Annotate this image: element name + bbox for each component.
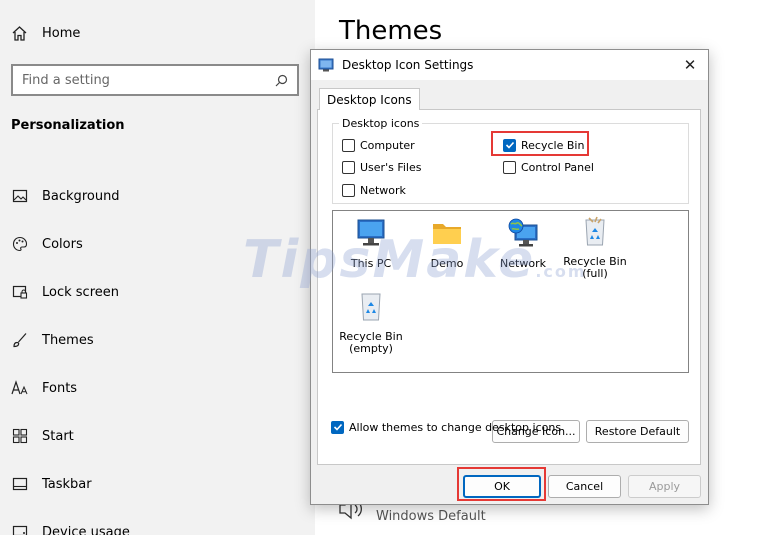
search-icon xyxy=(275,74,288,86)
list-item-recycle-bin-empty[interactable]: Recycle Bin (empty) xyxy=(335,290,407,355)
list-item-recycle-bin-full[interactable]: Recycle Bin (full) xyxy=(559,215,631,280)
checkbox-label: User's Files xyxy=(360,160,422,174)
checkbox-box[interactable] xyxy=(342,160,355,174)
checkbox-label: Computer xyxy=(360,138,415,152)
sidebar-home[interactable]: Home xyxy=(11,22,80,44)
computer-checkbox[interactable]: Computer xyxy=(342,138,415,152)
icon-label-sub: (full) xyxy=(582,267,608,280)
dialog-body: Desktop Icons Desktop icons Computer Use… xyxy=(311,80,708,504)
home-icon xyxy=(12,25,27,41)
sidebar-item-device-usage[interactable]: Device usage xyxy=(11,508,311,535)
sidebar-nav: Background Colors Lock screen Themes Fon… xyxy=(11,172,311,535)
desktop-icon-list: This PC Demo Network Recycle Bin (full) … xyxy=(332,210,689,373)
icon-label: This PC xyxy=(350,257,392,270)
palette-icon xyxy=(11,235,29,253)
start-icon xyxy=(11,427,29,445)
sidebar-item-label: Colors xyxy=(42,236,83,252)
page-title: Themes xyxy=(339,16,443,46)
icon-label: Network xyxy=(500,257,546,270)
checkbox-box[interactable] xyxy=(331,420,344,434)
sidebar-item-fonts[interactable]: Fonts xyxy=(11,364,311,412)
checkbox-box[interactable] xyxy=(342,183,355,197)
desktop-icons-group: Desktop icons Computer User's Files Netw… xyxy=(332,117,689,204)
list-item-this-pc[interactable]: This PC xyxy=(335,217,407,270)
checkbox-label: Control Panel xyxy=(521,160,594,174)
icon-label: Demo xyxy=(430,257,464,270)
tab-panel: Desktop icons Computer User's Files Netw… xyxy=(317,109,701,465)
folder-icon xyxy=(433,224,461,244)
restore-default-button[interactable]: Restore Default xyxy=(586,420,689,443)
control-panel-checkbox[interactable]: Control Panel xyxy=(503,160,594,174)
allow-themes-checkbox[interactable]: Allow themes to change desktop icons xyxy=(331,420,561,434)
image-icon xyxy=(11,187,29,205)
sidebar-item-label: Lock screen xyxy=(42,284,119,300)
recycle-bin-highlight xyxy=(491,131,589,156)
brush-icon xyxy=(11,331,29,349)
sidebar-item-background[interactable]: Background xyxy=(11,172,311,220)
close-button[interactable]: ✕ xyxy=(680,55,700,75)
group-label: Desktop icons xyxy=(339,117,423,130)
taskbar-icon xyxy=(11,475,29,493)
dialog-titlebar[interactable]: Desktop Icon Settings ✕ xyxy=(311,50,708,80)
sidebar-item-colors[interactable]: Colors xyxy=(11,220,311,268)
checkbox-label: Allow themes to change desktop icons xyxy=(349,420,562,434)
tab-desktop-icons[interactable]: Desktop Icons xyxy=(319,88,420,110)
desktop-settings-app-icon xyxy=(318,58,334,72)
apply-button[interactable]: Apply xyxy=(628,475,701,498)
sidebar-item-label: Themes xyxy=(42,332,94,348)
settings-sidebar: Home Personalization Background Colors L… xyxy=(0,0,315,535)
home-label: Home xyxy=(42,25,81,41)
close-icon: ✕ xyxy=(683,56,697,74)
sidebar-item-label: Background xyxy=(42,188,120,204)
network-checkbox[interactable]: Network xyxy=(342,183,406,197)
sidebar-item-label: Device usage xyxy=(42,524,130,535)
sidebar-item-lock-screen[interactable]: Lock screen xyxy=(11,268,311,316)
monitor-icon xyxy=(357,219,385,246)
search-input[interactable] xyxy=(22,72,275,88)
checkbox-box[interactable] xyxy=(342,138,355,152)
device-usage-icon xyxy=(11,523,29,535)
users-files-checkbox[interactable]: User's Files xyxy=(342,160,421,174)
desktop-icon-settings-dialog: Desktop Icon Settings ✕ Desktop Icons De… xyxy=(310,49,709,505)
checkmark-icon xyxy=(333,423,342,431)
cancel-button[interactable]: Cancel xyxy=(548,475,621,498)
list-item-demo[interactable]: Demo xyxy=(411,217,483,270)
dialog-title: Desktop Icon Settings xyxy=(342,58,474,72)
checkbox-box[interactable] xyxy=(503,160,516,174)
tab-label: Desktop Icons xyxy=(327,92,412,107)
checkbox-label: Network xyxy=(360,183,406,197)
lock-screen-icon xyxy=(11,283,29,301)
fonts-icon xyxy=(11,379,29,397)
network-globe-icon xyxy=(508,218,538,247)
ok-highlight xyxy=(457,467,546,501)
icon-label-sub: (empty) xyxy=(349,342,393,355)
recycle-bin-full-icon xyxy=(585,216,605,246)
sidebar-item-label: Fonts xyxy=(42,380,78,396)
sidebar-item-start[interactable]: Start xyxy=(11,412,311,460)
sounds-value: Windows Default xyxy=(376,509,486,524)
sidebar-item-taskbar[interactable]: Taskbar xyxy=(11,460,311,508)
sidebar-item-label: Taskbar xyxy=(42,476,92,492)
list-item-network[interactable]: Network xyxy=(487,217,559,270)
sidebar-item-themes[interactable]: Themes xyxy=(11,316,311,364)
section-title: Personalization xyxy=(11,118,125,133)
search-box[interactable] xyxy=(11,64,299,96)
recycle-bin-empty-icon xyxy=(361,293,381,321)
sidebar-item-label: Start xyxy=(42,428,74,444)
